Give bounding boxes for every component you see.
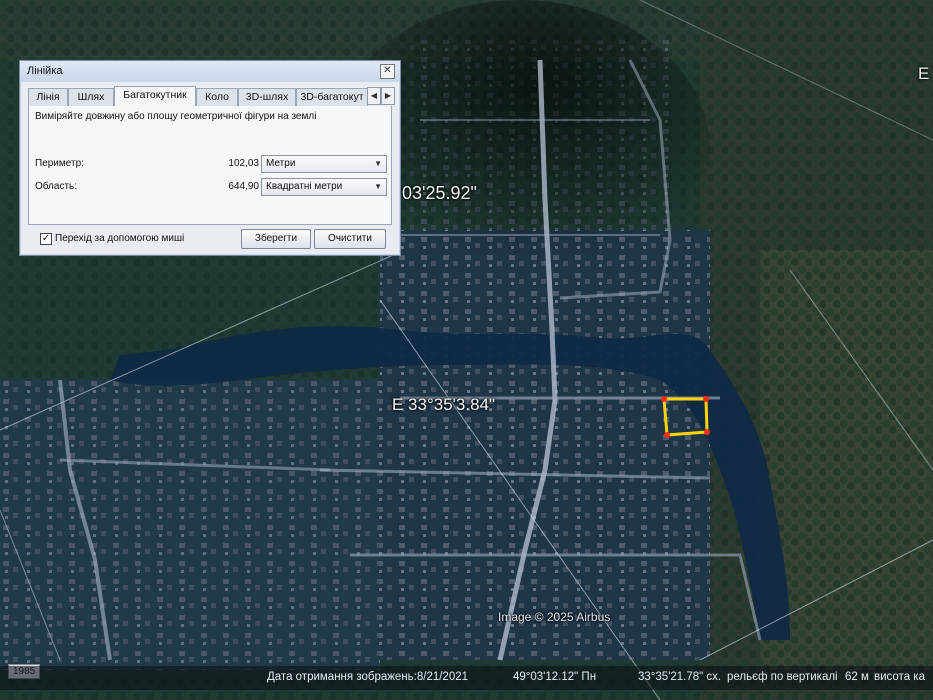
eye-altitude-label: висота ка — [874, 671, 925, 683]
dialog-titlebar[interactable]: Лінійка ✕ — [20, 61, 400, 82]
grid-edge-label: E — [918, 64, 930, 83]
tab-path[interactable]: Шлях — [68, 88, 114, 106]
perimeter-unit-select[interactable]: Метри ▼ — [261, 155, 387, 173]
clear-button[interactable]: Очистити — [314, 229, 386, 249]
imagery-date: Дата отримання зображень:8/21/2021 — [267, 671, 469, 683]
close-icon[interactable]: ✕ — [380, 64, 395, 79]
polygon-vertex[interactable] — [704, 429, 710, 435]
polygon-vertex[interactable] — [664, 432, 670, 438]
area-label: Область: — [35, 181, 78, 192]
dialog-title: Лінійка — [27, 65, 63, 77]
area-unit-select[interactable]: Квадратні метри ▼ — [261, 178, 387, 196]
tab-3d-path[interactable]: 3D-шлях — [238, 88, 296, 106]
mouse-nav-label[interactable]: Перехід за допомогою миші — [55, 233, 184, 244]
perimeter-label: Периметр: — [35, 158, 84, 169]
tab-polygon[interactable]: Багатокутник — [114, 86, 196, 107]
mouse-nav-checkbox[interactable]: ✓ — [40, 233, 52, 245]
chevron-right-icon[interactable]: ▶ — [381, 87, 395, 105]
perimeter-unit: Метри — [266, 158, 296, 169]
status-bar: Дата отримання зображень:8/21/2021 49°03… — [0, 666, 933, 690]
tab-line[interactable]: Лінія — [28, 88, 68, 106]
cursor-longitude: 33°35'21.78" сх. — [638, 671, 722, 683]
elevation-label: рельєф по вертикалі — [727, 671, 838, 683]
polygon-vertex[interactable] — [661, 396, 667, 402]
tab-3d-polygon[interactable]: 3D-багатокут — [296, 88, 368, 106]
longitude-grid-label: E 33°35'3.84" — [392, 395, 496, 414]
chevron-left-icon[interactable]: ◀ — [367, 87, 381, 105]
cursor-latitude: 49°03'12.12" Пн — [513, 671, 597, 683]
elevation-value: 62 м — [845, 671, 869, 683]
save-button[interactable]: Зберегти — [241, 229, 311, 249]
ruler-dialog: Лінійка ✕ Лінія Шлях Багатокутник Коло 3… — [19, 60, 401, 256]
latitude-grid-label: 03'25.92" — [402, 183, 477, 203]
measure-tabs: Лінія Шлях Багатокутник Коло 3D-шлях 3D-… — [28, 86, 395, 107]
measure-description: Виміряйте довжину або площу геометричної… — [35, 111, 317, 122]
tab-panel: Виміряйте довжину або площу геометричної… — [28, 106, 392, 225]
tab-circle[interactable]: Коло — [196, 88, 238, 106]
perimeter-value: 102,03 — [228, 158, 259, 169]
chevron-down-icon: ▼ — [374, 182, 382, 191]
area-value: 644,90 — [228, 181, 259, 192]
polygon-vertex[interactable] — [703, 396, 709, 402]
chevron-down-icon: ▼ — [374, 159, 382, 168]
imagery-copyright: Image © 2025 Airbus — [498, 610, 611, 624]
area-unit: Квадратні метри — [266, 181, 343, 192]
